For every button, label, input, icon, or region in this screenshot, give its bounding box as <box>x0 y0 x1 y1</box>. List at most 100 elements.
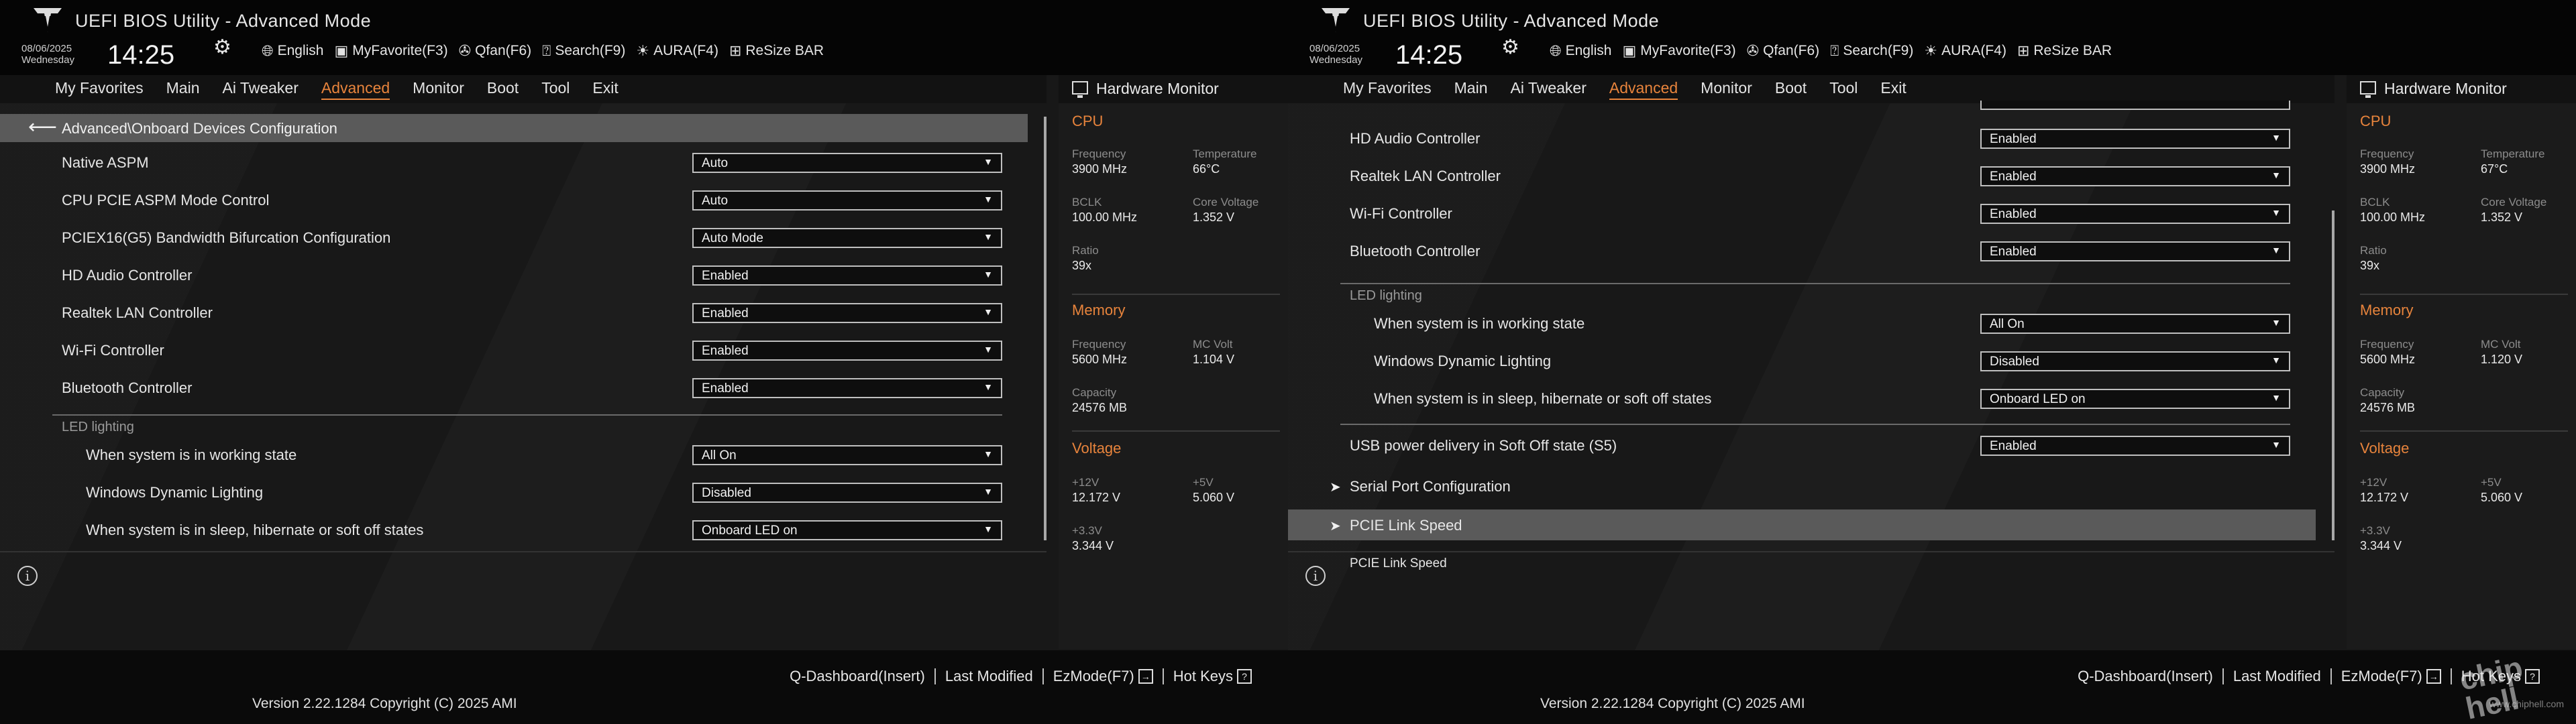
dynamic-lighting-dropdown[interactable]: Disabled ▼ <box>692 483 1002 503</box>
toolbar: 🌐︎ English ▣ MyFavorite(F3) ✇ Qfan(F6) ⍰ Sea… <box>1550 43 2116 59</box>
setting-row[interactable]: Wi-Fi Controller Enabled ▼ <box>0 335 1028 370</box>
usb-power-dropdown[interactable]: Enabled ▼ <box>1980 436 2290 456</box>
last-modified-button[interactable]: Last Modified <box>936 668 1042 685</box>
back-arrow-icon[interactable]: ⟵ <box>28 117 57 137</box>
aura-button[interactable]: ☀ AURA(F4) <box>1924 43 2006 59</box>
hardware-monitor-title: Hardware Monitor <box>2384 80 2507 97</box>
led-working-dropdown[interactable]: All On ▼ <box>1980 314 2290 334</box>
top-bar: UEFI BIOS Utility - Advanced Mode 08/06/… <box>0 0 1288 75</box>
setting-row[interactable]: PCIEX16(G5) Bandwidth Bifurcation Config… <box>0 223 1028 257</box>
dropdown-value: All On <box>702 448 737 463</box>
led-working-dropdown[interactable]: All On ▼ <box>692 445 1002 465</box>
menu-exit[interactable]: Exit <box>592 79 618 100</box>
submenu-serial-port[interactable]: ➤ Serial Port Configuration <box>1288 471 2316 503</box>
menu-main[interactable]: Main <box>1454 79 1488 100</box>
search-button[interactable]: ⍰ Search(F9) <box>1830 43 1913 59</box>
bluetooth-dropdown[interactable]: Enabled ▼ <box>692 378 1002 398</box>
hw-value: 1.120 V <box>2481 353 2523 366</box>
lan-dropdown[interactable]: Enabled ▼ <box>692 303 1002 323</box>
resize-bar-button[interactable]: ⊞ ReSize BAR <box>2017 43 2112 59</box>
ezmode-button[interactable]: EzMode(F7) → <box>1044 668 1163 685</box>
qfan-button[interactable]: ✇ Qfan(F6) <box>1747 43 1819 59</box>
menu-my-favorites[interactable]: My Favorites <box>1343 79 1432 100</box>
setting-row[interactable]: Windows Dynamic Lighting Disabled ▼ <box>1288 346 2316 381</box>
dynamic-lighting-dropdown[interactable]: Disabled ▼ <box>1980 351 2290 371</box>
scrollbar[interactable] <box>1044 117 1046 540</box>
menu-advanced[interactable]: Advanced <box>1609 79 1678 100</box>
menu-my-favorites[interactable]: My Favorites <box>55 79 144 100</box>
last-modified-button[interactable]: Last Modified <box>2224 668 2330 685</box>
wifi-dropdown[interactable]: Enabled ▼ <box>692 341 1002 361</box>
menu-boot[interactable]: Boot <box>487 79 519 100</box>
myfavorite-button[interactable]: ▣ MyFavorite(F3) <box>1623 43 1736 59</box>
menu-advanced[interactable]: Advanced <box>321 79 390 100</box>
setting-row[interactable]: USB power delivery in Soft Off state (S5… <box>1288 430 2316 465</box>
setting-row[interactable]: When system is in working state All On ▼ <box>0 440 1028 475</box>
menu-ai-tweaker[interactable]: Ai Tweaker <box>1511 79 1587 100</box>
settings-pane: HD Audio Controller Enabled ▼ Realtek LAN… <box>1288 101 2334 546</box>
hot-keys-button[interactable]: Hot Keys? <box>1164 668 1261 685</box>
setting-row[interactable]: When system is in sleep, hibernate or so… <box>0 515 1028 546</box>
monitor-icon <box>2360 81 2376 98</box>
breadcrumb[interactable]: ⟵ Advanced\Onboard Devices Configuration <box>0 114 1028 142</box>
setting-row[interactable]: Wi-Fi Controller Enabled ▼ <box>1288 198 2316 233</box>
search-button[interactable]: ⍰ Search(F9) <box>542 43 625 59</box>
gear-icon[interactable]: ⚙ <box>1501 38 1521 58</box>
resize-bar-button[interactable]: ⊞ ReSize BAR <box>729 43 824 59</box>
setting-row[interactable]: When system is in working state All On ▼ <box>1288 308 2316 343</box>
aura-button[interactable]: ☀ AURA(F4) <box>636 43 718 59</box>
hd-audio-dropdown[interactable]: Enabled ▼ <box>1980 129 2290 149</box>
led-sleep-dropdown[interactable]: Onboard LED on ▼ <box>1980 389 2290 409</box>
setting-row[interactable]: Bluetooth Controller Enabled ▼ <box>1288 236 2316 271</box>
hw-value: 12.172 V <box>2360 491 2409 504</box>
menu-exit[interactable]: Exit <box>1880 79 1906 100</box>
setting-row[interactable]: HD Audio Controller Enabled ▼ <box>0 260 1028 295</box>
setting-row[interactable]: CPU PCIE ASPM Mode Control Auto ▼ <box>0 185 1028 220</box>
qfan-button[interactable]: ✇ Qfan(F6) <box>459 43 531 59</box>
led-sleep-dropdown[interactable]: Onboard LED on ▼ <box>692 520 1002 540</box>
hw-label: Temperature <box>1193 147 1257 160</box>
hw-value: 5600 MHz <box>2360 353 2416 366</box>
dropdown-arrow-icon: ▼ <box>2271 439 2281 450</box>
setting-row[interactable]: When system is in sleep, hibernate or so… <box>1288 383 2316 418</box>
menu-tool[interactable]: Tool <box>541 79 570 100</box>
clock: 14:25 <box>107 40 175 70</box>
hw-divider <box>1072 430 1280 432</box>
menu-monitor[interactable]: Monitor <box>413 79 464 100</box>
hw-value: 3.344 V <box>1072 539 1114 552</box>
setting-row[interactable]: Bluetooth Controller Enabled ▼ <box>0 373 1028 408</box>
setting-row[interactable]: Realtek LAN Controller Enabled ▼ <box>0 298 1028 333</box>
version-text: Version 2.22.1284 Copyright (C) 2025 AMI <box>252 696 517 711</box>
language-button[interactable]: 🌐︎ English <box>262 43 324 59</box>
setting-row[interactable]: Windows Dynamic Lighting Disabled ▼ <box>0 477 1028 512</box>
hd-audio-dropdown[interactable]: Enabled ▼ <box>692 265 1002 286</box>
app-title: UEFI BIOS Utility - Advanced Mode <box>1363 11 1660 31</box>
menu-boot[interactable]: Boot <box>1775 79 1807 100</box>
menu-tool[interactable]: Tool <box>1829 79 1858 100</box>
scrollbar[interactable] <box>2332 210 2334 540</box>
hw-value: 24576 MB <box>2360 401 2416 414</box>
submenu-pcie-link-speed[interactable]: ➤ PCIE Link Speed <box>1288 509 2316 540</box>
bluetooth-dropdown[interactable]: Enabled ▼ <box>1980 241 2290 261</box>
menu-main[interactable]: Main <box>166 79 200 100</box>
myfavorite-button[interactable]: ▣ MyFavorite(F3) <box>335 43 448 59</box>
q-dashboard-button[interactable]: Q-Dashboard(Insert) <box>780 668 934 685</box>
setting-row[interactable]: Native ASPM Auto ▼ <box>0 147 1028 182</box>
wifi-dropdown[interactable]: Enabled ▼ <box>1980 204 2290 224</box>
lan-dropdown[interactable]: Enabled ▼ <box>1980 166 2290 186</box>
q-dashboard-button[interactable]: Q-Dashboard(Insert) <box>2068 668 2222 685</box>
aura-label: AURA(F4) <box>653 43 718 58</box>
ezmode-button[interactable]: EzMode(F7) → <box>2332 668 2451 685</box>
menu-monitor[interactable]: Monitor <box>1701 79 1752 100</box>
setting-row[interactable]: Realtek LAN Controller Enabled ▼ <box>1288 161 2316 196</box>
gear-icon[interactable]: ⚙ <box>213 38 233 58</box>
partial-dropdown[interactable] <box>1980 101 2290 110</box>
native-aspm-dropdown[interactable]: Auto ▼ <box>692 153 1002 173</box>
watermark-url: www.chiphell.com <box>2489 699 2564 709</box>
setting-row[interactable]: HD Audio Controller Enabled ▼ <box>1288 123 2316 158</box>
bifurcation-dropdown[interactable]: Auto Mode ▼ <box>692 228 1002 248</box>
cpu-pcie-aspm-dropdown[interactable]: Auto ▼ <box>692 190 1002 210</box>
menu-ai-tweaker[interactable]: Ai Tweaker <box>223 79 299 100</box>
language-button[interactable]: 🌐︎ English <box>1550 43 1612 59</box>
myfavorite-label: MyFavorite(F3) <box>352 43 448 58</box>
